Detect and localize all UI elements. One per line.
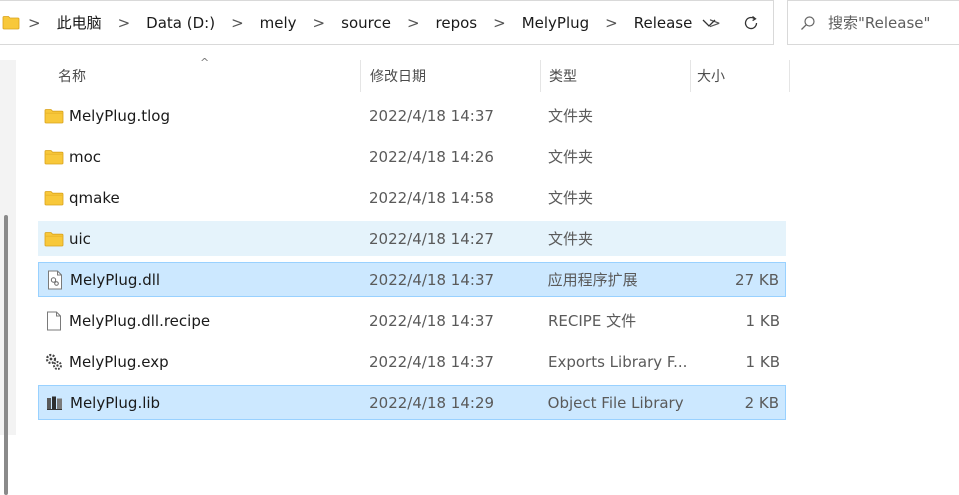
- file-row[interactable]: uic 2022/4/18 14:27 文件夹: [38, 221, 786, 256]
- lib-file-icon: [45, 393, 65, 413]
- file-size: 27 KB: [735, 270, 780, 289]
- folder-icon: [44, 188, 64, 208]
- column-header-size-label: 大小: [697, 69, 725, 85]
- navigation-scrollbar[interactable]: [4, 215, 8, 495]
- file-row[interactable]: MelyPlug.exp 2022/4/18 14:37 Exports Libra…: [38, 344, 786, 379]
- address-history-dropdown[interactable]: [689, 1, 729, 44]
- file-date: 2022/4/18 14:26: [369, 147, 494, 166]
- column-header-row: ^ 名称 修改日期 类型 大小: [38, 56, 790, 92]
- file-name[interactable]: moc: [69, 148, 101, 166]
- file-name-cell: MelyPlug.lib: [39, 393, 360, 413]
- file-name[interactable]: MelyPlug.lib: [70, 394, 160, 412]
- file-name-cell: qmake: [38, 188, 360, 208]
- file-date: 2022/4/18 14:37: [369, 352, 494, 371]
- breadcrumb-release[interactable]: Release: [632, 14, 695, 32]
- chevron-down-icon: [702, 19, 716, 27]
- breadcrumb-separator[interactable]: >: [591, 14, 632, 32]
- folder-icon: [44, 147, 64, 167]
- file-type: 文件夹: [548, 189, 594, 207]
- file-type: 文件夹: [548, 107, 594, 125]
- file-name[interactable]: MelyPlug.exp: [69, 353, 169, 371]
- file-type: 文件夹: [548, 148, 594, 166]
- file-name-cell: MelyPlug.dll.recipe: [38, 311, 360, 331]
- column-header-name[interactable]: ^ 名称: [38, 56, 360, 92]
- sort-ascending-icon: ^: [200, 56, 210, 69]
- folder-icon: [44, 106, 64, 126]
- search-icon: [788, 15, 828, 31]
- search-input[interactable]: 搜索"Release": [828, 12, 930, 33]
- file-size: 1 KB: [745, 352, 780, 371]
- file-row[interactable]: MelyPlug.lib 2022/4/18 14:29 Object File L…: [38, 385, 786, 420]
- file-row[interactable]: MelyPlug.dll.recipe 2022/4/18 14:37 RECIPE…: [38, 303, 786, 338]
- file-type: RECIPE 文件: [548, 312, 637, 330]
- file-name-cell: MelyPlug.dll: [39, 270, 360, 290]
- column-header-date-label: 修改日期: [370, 69, 426, 85]
- file-name[interactable]: MelyPlug.tlog: [69, 107, 170, 125]
- column-header-name-label: 名称: [58, 69, 86, 85]
- file-name-cell: MelyPlug.tlog: [38, 106, 360, 126]
- column-header-date[interactable]: 修改日期: [360, 60, 540, 92]
- file-name-cell: MelyPlug.exp: [38, 352, 360, 372]
- file-date: 2022/4/18 14:37: [369, 311, 494, 330]
- breadcrumb-melyplug[interactable]: MelyPlug: [520, 14, 591, 32]
- refresh-button[interactable]: [729, 1, 773, 44]
- address-bar[interactable]: > 此电脑 > Data (D:) > mely > source > repo…: [0, 0, 774, 45]
- file-size: 2 KB: [744, 393, 780, 412]
- breadcrumb-data-drive[interactable]: Data (D:): [144, 14, 217, 32]
- breadcrumb-separator[interactable]: >: [20, 14, 55, 32]
- file-row[interactable]: MelyPlug.dll 2022/4/18 14:37 应用程序扩展 27 KB: [38, 262, 786, 297]
- navigation-pane-edge: [0, 60, 16, 495]
- dll-file-icon: [45, 270, 65, 290]
- file-type: 应用程序扩展: [547, 271, 638, 289]
- blank-file-icon: [44, 311, 64, 331]
- file-name-cell: uic: [38, 229, 360, 249]
- file-type: Exports Library F...: [548, 352, 688, 371]
- breadcrumb-separator[interactable]: >: [299, 14, 340, 32]
- file-date: 2022/4/18 14:37: [369, 270, 495, 289]
- file-name[interactable]: qmake: [69, 189, 120, 207]
- column-header-size[interactable]: 大小: [690, 60, 790, 92]
- column-header-type[interactable]: 类型: [540, 60, 690, 92]
- breadcrumb-mely[interactable]: mely: [258, 14, 299, 32]
- file-name[interactable]: MelyPlug.dll: [70, 271, 160, 289]
- breadcrumb-separator[interactable]: >: [393, 14, 434, 32]
- file-size: 1 KB: [745, 311, 780, 330]
- breadcrumb-separator[interactable]: >: [479, 14, 520, 32]
- search-box[interactable]: 搜索"Release": [787, 0, 959, 45]
- file-type: Object File Library: [547, 393, 684, 412]
- address-folder-icon: [0, 0, 20, 45]
- breadcrumb-source[interactable]: source: [339, 14, 393, 32]
- breadcrumb-separator[interactable]: >: [104, 14, 145, 32]
- file-row[interactable]: moc 2022/4/18 14:26 文件夹: [38, 139, 786, 174]
- file-type: 文件夹: [548, 230, 594, 248]
- file-name[interactable]: uic: [69, 230, 91, 248]
- file-name-cell: moc: [38, 147, 360, 167]
- breadcrumb-repos[interactable]: repos: [434, 14, 480, 32]
- breadcrumb: > 此电脑 > Data (D:) > mely > source > repo…: [20, 1, 735, 44]
- file-date: 2022/4/18 14:37: [369, 106, 494, 125]
- file-date: 2022/4/18 14:58: [369, 188, 494, 207]
- file-date: 2022/4/18 14:29: [369, 393, 495, 412]
- file-name[interactable]: MelyPlug.dll.recipe: [69, 312, 210, 330]
- column-header-type-label: 类型: [549, 69, 577, 85]
- breadcrumb-this-pc[interactable]: 此电脑: [55, 12, 104, 33]
- breadcrumb-separator[interactable]: >: [217, 14, 258, 32]
- file-row[interactable]: MelyPlug.tlog 2022/4/18 14:37 文件夹: [38, 98, 786, 133]
- folder-icon: [44, 229, 64, 249]
- file-row[interactable]: qmake 2022/4/18 14:58 文件夹: [38, 180, 786, 215]
- refresh-icon: [744, 15, 758, 29]
- exp-file-icon: [44, 352, 64, 372]
- file-date: 2022/4/18 14:27: [369, 229, 494, 248]
- file-list: MelyPlug.tlog 2022/4/18 14:37 文件夹 moc 2022/4…: [38, 98, 786, 426]
